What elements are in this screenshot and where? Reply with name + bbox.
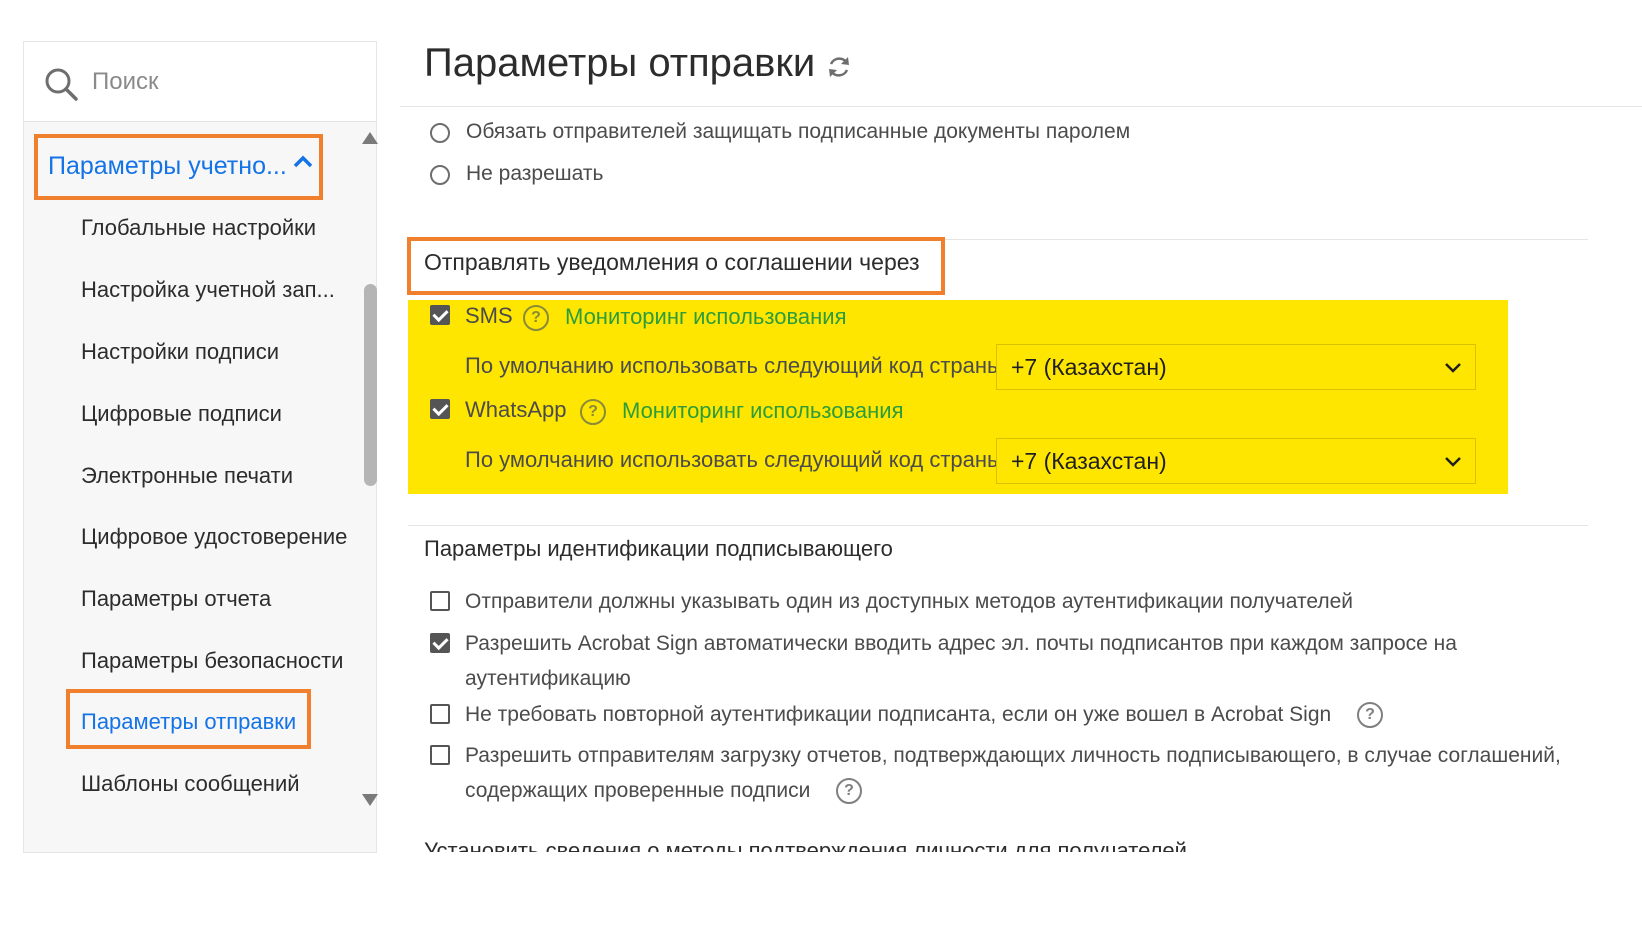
whatsapp-label: WhatsApp (465, 397, 567, 422)
title-divider (400, 106, 1642, 107)
sidebar-item-message-templates[interactable]: Шаблоны сообщений (81, 771, 300, 797)
sidebar-item-electronic-seals[interactable]: Электронные печати (81, 463, 293, 489)
identity-option-label: Отправители должны указывать один из дос… (465, 590, 1353, 613)
sms-country-code-label: По умолчанию использовать следующий код … (465, 353, 1009, 378)
radio-button[interactable] (430, 123, 450, 143)
identity-option-checkbox[interactable] (430, 704, 450, 724)
identity-option-checkbox[interactable] (430, 591, 450, 611)
sidebar-item-signature-settings[interactable]: Настройки подписи (81, 339, 279, 365)
refresh-icon[interactable] (826, 54, 852, 80)
chevron-up-icon[interactable] (293, 154, 313, 168)
search-input[interactable]: Поиск (92, 68, 159, 96)
whatsapp-country-code-label: По умолчанию использовать следующий код … (465, 447, 1009, 472)
identity-option-label-continued: содержащих проверенные подписи (465, 779, 811, 802)
whatsapp-checkbox[interactable] (430, 399, 450, 419)
scroll-down-arrow-icon[interactable] (362, 794, 378, 806)
help-icon[interactable]: ? (580, 399, 606, 425)
chevron-down-icon (1445, 457, 1461, 467)
sidebar-group-label: Параметры учетно... (48, 152, 287, 180)
cut-off-heading-text: Установить сведения о методы подтвержден… (424, 838, 1187, 852)
sidebar-item-global-settings[interactable]: Глобальные настройки (81, 215, 316, 241)
page-title: Параметры отправки (424, 41, 816, 85)
search-box[interactable]: Поиск (24, 42, 376, 122)
search-icon (45, 68, 78, 101)
sidebar: Поиск Параметры учетно... Глобальные нас… (23, 41, 378, 853)
sidebar-item-digital-identity[interactable]: Цифровое удостоверение (81, 524, 347, 550)
sidebar-item-account-setup[interactable]: Настройка учетной зап... (81, 277, 335, 303)
sms-usage-monitoring-link[interactable]: Мониторинг использования (565, 304, 846, 330)
help-icon[interactable]: ? (836, 778, 862, 804)
sms-country-code-select[interactable]: +7 (Казахстан) (996, 344, 1476, 390)
radio-label: Не разрешать (466, 162, 604, 185)
sidebar-group-account-settings[interactable]: Параметры учетно... (34, 134, 323, 200)
identity-option-label-continued: аутентификацию (465, 667, 631, 690)
cut-off-heading: Установить сведения о методы подтвержден… (424, 838, 1204, 852)
sidebar-item-digital-signatures[interactable]: Цифровые подписи (81, 401, 282, 427)
chevron-down-icon (1445, 363, 1461, 373)
select-value: +7 (Казахстан) (1011, 354, 1167, 380)
whatsapp-country-code-select[interactable]: +7 (Казахстан) (996, 438, 1476, 484)
identity-option-label: Разрешить Acrobat Sign автоматически вво… (465, 632, 1457, 655)
sms-label: SMS (465, 303, 513, 328)
identity-option-label: Не требовать повторной аутентификации по… (465, 703, 1332, 726)
sms-checkbox[interactable] (430, 305, 450, 325)
sidebar-item-security-settings[interactable]: Параметры безопасности (81, 648, 343, 674)
help-icon[interactable]: ? (1357, 702, 1383, 728)
radio-label: Обязать отправителей защищать подписанны… (466, 120, 1131, 143)
radio-button[interactable] (430, 165, 450, 185)
identity-section-title: Параметры идентификации подписывающего (424, 536, 893, 561)
scrollbar-thumb[interactable] (364, 284, 377, 486)
notifications-section-title: Отправлять уведомления о соглашении чере… (424, 249, 920, 275)
scroll-up-arrow-icon[interactable] (362, 132, 378, 144)
help-icon[interactable]: ? (523, 305, 549, 331)
sidebar-item-send-settings[interactable]: Параметры отправки (81, 709, 296, 735)
identity-option-checkbox[interactable] (430, 633, 450, 653)
select-value: +7 (Казахстан) (1011, 448, 1167, 474)
sidebar-item-report-settings[interactable]: Параметры отчета (81, 586, 271, 612)
section-divider (408, 525, 1588, 526)
whatsapp-usage-monitoring-link[interactable]: Мониторинг использования (622, 398, 903, 424)
identity-option-checkbox[interactable] (430, 745, 450, 765)
identity-option-label: Разрешить отправителям загрузку отчетов,… (465, 744, 1561, 767)
